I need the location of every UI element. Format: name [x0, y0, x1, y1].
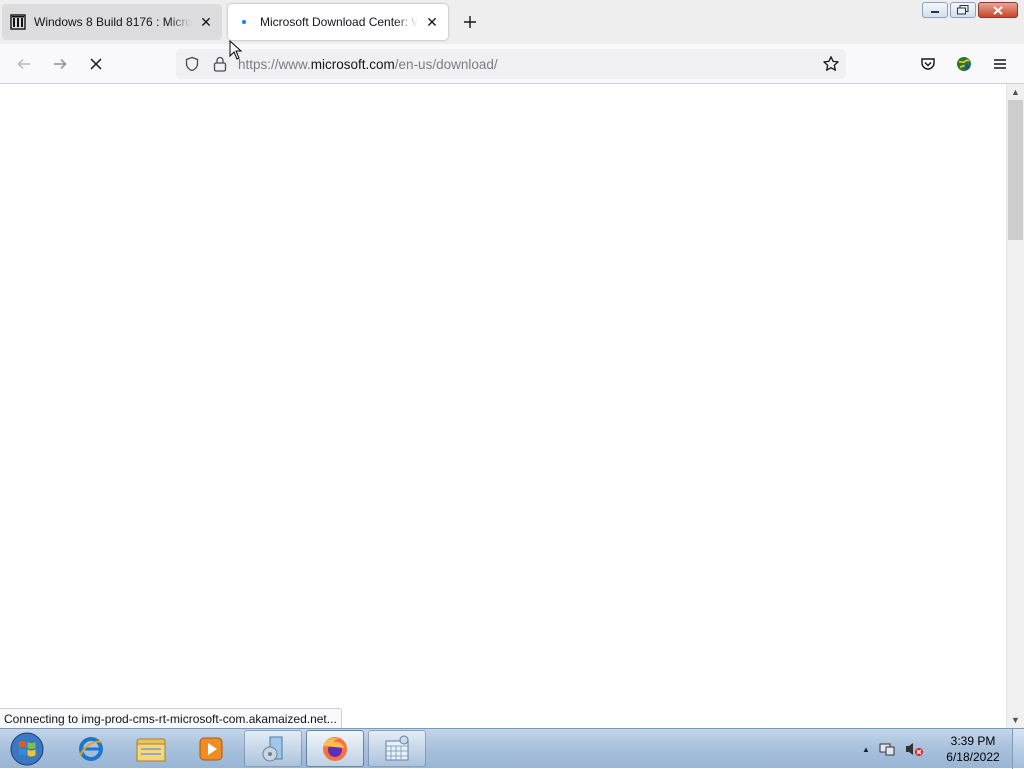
url-bar[interactable]: https://www.microsoft.com/en-us/download…	[176, 49, 846, 79]
taskbar-media-player[interactable]	[182, 730, 240, 767]
new-tab-button[interactable]	[458, 10, 482, 34]
forward-button[interactable]	[48, 52, 72, 76]
setup-disc-icon	[262, 736, 283, 761]
network-icon[interactable]	[878, 740, 896, 758]
globe-extension-icon	[957, 57, 971, 71]
tab-title: Microsoft Download Center: Wi	[260, 15, 418, 29]
taskbar: ▲ 3:39 PM 6/18/2022	[0, 728, 1024, 769]
restore-icon	[957, 5, 969, 15]
tab-strip: Windows 8 Build 8176 : Micros ✕ Microsof…	[0, 0, 1024, 44]
status-bar: Connecting to img-prod-cms-rt-microsoft-…	[0, 708, 342, 728]
clock[interactable]: 3:39 PM 6/18/2022	[940, 733, 1006, 765]
forward-icon	[54, 58, 67, 70]
taskbar-setup[interactable]	[244, 730, 302, 767]
lock-icon[interactable]	[212, 55, 228, 76]
tab-archive[interactable]: Windows 8 Build 8176 : Micros ✕	[2, 4, 222, 40]
url-host: microsoft.com	[310, 57, 395, 72]
minimize-icon	[931, 11, 939, 13]
shield-icon[interactable]	[184, 56, 200, 75]
taskbar-ie[interactable]	[62, 730, 120, 767]
start-button[interactable]	[6, 731, 48, 767]
taskbar-firefox[interactable]	[306, 730, 364, 767]
vertical-scrollbar[interactable]: ▲ ▼	[1006, 84, 1024, 728]
taskbar-calendar[interactable]	[368, 730, 426, 767]
close-tab-icon[interactable]: ✕	[198, 14, 214, 30]
url-prefix: https://www.	[238, 57, 311, 72]
close-tab-icon[interactable]: ✕	[424, 14, 440, 30]
page-content	[0, 84, 1006, 728]
plus-icon	[464, 16, 476, 28]
calendar-icon	[385, 735, 409, 760]
clock-time: 3:39 PM	[950, 734, 996, 748]
hamburger-menu-icon	[994, 59, 1006, 69]
media-player-icon	[199, 737, 223, 760]
taskbar-explorer[interactable]	[122, 730, 180, 767]
pocket-button[interactable]	[916, 52, 940, 76]
scroll-up-arrow-icon[interactable]: ▲	[1007, 84, 1024, 100]
restore-button[interactable]	[950, 2, 976, 18]
tab-download-center[interactable]: Microsoft Download Center: Wi ✕	[228, 4, 448, 40]
extension-button[interactable]	[952, 52, 976, 76]
bookmark-star-icon[interactable]	[822, 55, 840, 76]
mouse-cursor-icon	[229, 40, 243, 60]
windows-logo-icon	[10, 732, 44, 766]
back-button[interactable]	[12, 52, 36, 76]
url-text[interactable]: https://www.microsoft.com/en-us/download…	[238, 57, 498, 72]
close-icon	[993, 5, 1003, 15]
window-controls	[922, 2, 1018, 18]
scroll-thumb[interactable]	[1008, 100, 1023, 240]
stop-icon	[90, 58, 102, 70]
system-tray: ▲	[862, 729, 924, 769]
pocket-icon	[921, 58, 935, 70]
stop-button[interactable]	[84, 52, 108, 76]
menu-button[interactable]	[988, 52, 1012, 76]
minimize-button[interactable]	[922, 2, 948, 18]
close-window-button[interactable]	[978, 2, 1018, 18]
clock-date: 6/18/2022	[946, 750, 1000, 764]
nav-bar: https://www.microsoft.com/en-us/download…	[0, 44, 1024, 84]
internet-explorer-icon	[79, 736, 103, 761]
firefox-icon	[323, 736, 347, 761]
show-hidden-icons-arrow-icon[interactable]: ▲	[862, 745, 870, 754]
url-path: /en-us/download/	[394, 57, 498, 72]
tab-title: Windows 8 Build 8176 : Micros	[34, 15, 192, 29]
volume-muted-icon[interactable]	[904, 740, 924, 758]
loading-dot-icon	[236, 14, 252, 30]
scroll-down-arrow-icon[interactable]: ▼	[1007, 712, 1024, 728]
file-explorer-icon	[136, 738, 166, 761]
back-icon	[17, 58, 30, 70]
archive-icon	[10, 14, 26, 30]
show-desktop-button[interactable]	[1012, 729, 1024, 769]
